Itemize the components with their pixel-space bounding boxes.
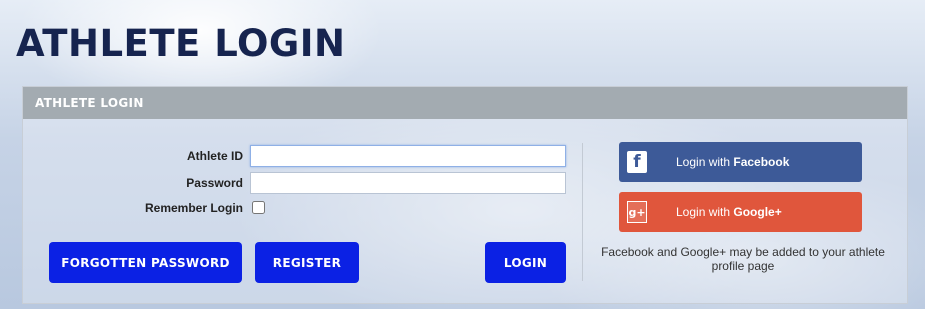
panel-header: ATHLETE LOGIN <box>23 87 907 119</box>
athlete-id-input[interactable] <box>250 145 566 167</box>
panel-divider <box>582 143 583 281</box>
google-plus-login-button[interactable]: g+ Login with Google+ <box>619 192 862 232</box>
login-button[interactable]: LOGIN <box>485 242 566 283</box>
login-panel: ATHLETE LOGIN Athlete ID Password Rememb… <box>22 86 908 304</box>
social-login-note: Facebook and Google+ may be added to you… <box>601 245 885 273</box>
remember-login-label: Remember Login <box>144 201 243 215</box>
facebook-login-button[interactable]: f Login with Facebook <box>619 142 862 182</box>
remember-login-checkbox[interactable] <box>252 201 265 214</box>
google-plus-icon: g+ <box>627 201 647 223</box>
page-title: ATHLETE LOGIN <box>16 22 346 65</box>
password-label: Password <box>186 176 243 190</box>
facebook-icon: f <box>627 151 647 173</box>
forgotten-password-button[interactable]: FORGOTTEN PASSWORD <box>49 242 242 283</box>
athlete-id-label: Athlete ID <box>186 149 243 163</box>
password-input[interactable] <box>250 172 566 194</box>
google-plus-login-label: Login with Google+ <box>676 205 782 219</box>
register-button[interactable]: REGISTER <box>255 242 359 283</box>
facebook-login-label: Login with Facebook <box>676 155 790 169</box>
